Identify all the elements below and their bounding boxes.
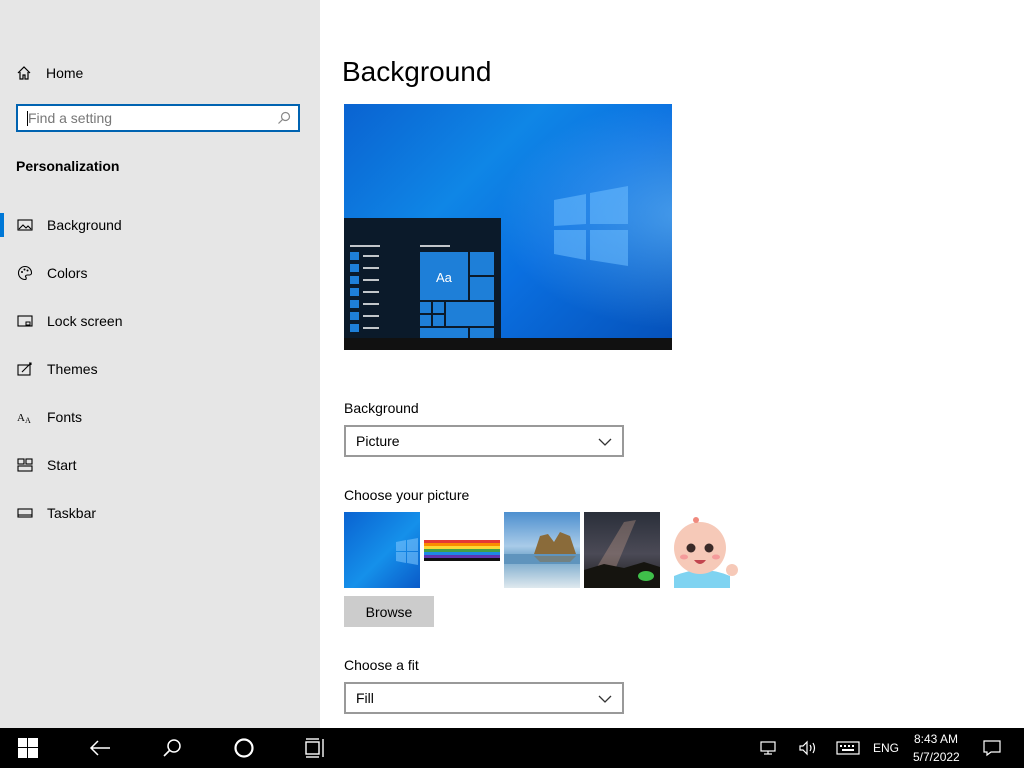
svg-text:A: A	[17, 412, 25, 424]
sidebar-item-label: Background	[47, 217, 122, 233]
taskbar-icon	[17, 505, 33, 521]
personalization-nav: Background Colors Lock screen Themes AA …	[0, 201, 320, 537]
chevron-down-icon	[598, 435, 612, 451]
sidebar-item-fonts[interactable]: AA Fonts	[0, 393, 320, 441]
search-icon	[163, 739, 181, 757]
picture-thumbnails	[344, 512, 740, 588]
sidebar-item-label: Themes	[47, 361, 98, 377]
lock-screen-icon	[17, 313, 33, 329]
sidebar-item-background[interactable]: Background	[0, 201, 320, 249]
home-nav-item[interactable]: Home	[16, 62, 83, 84]
background-type-value: Picture	[356, 433, 400, 449]
notification-icon	[983, 740, 1001, 757]
home-label: Home	[46, 65, 84, 81]
desktop-preview: Aa	[344, 104, 672, 350]
beach-rocks-image	[504, 532, 580, 564]
picture-thumb-windows-blue[interactable]	[344, 512, 420, 588]
volume-tray-button[interactable]	[794, 728, 822, 768]
sidebar-item-start[interactable]: Start	[0, 441, 320, 489]
windows-logo-icon	[396, 538, 418, 565]
windows-logo-icon	[554, 186, 628, 266]
preview-tile-text: Aa	[436, 270, 452, 285]
sidebar-item-colors[interactable]: Colors	[0, 249, 320, 297]
task-view-button[interactable]	[294, 728, 338, 768]
windows-start-icon	[18, 738, 38, 758]
page-title: Background	[342, 56, 492, 87]
main-content: Background Aa Background Picture Choose …	[320, 0, 1024, 728]
fonts-icon: AA	[17, 409, 33, 425]
volume-icon	[799, 740, 816, 756]
background-label: Background	[344, 400, 419, 416]
section-title: Personalization	[16, 158, 120, 174]
sidebar-item-label: Taskbar	[47, 505, 97, 521]
cortana-button[interactable]	[222, 728, 266, 768]
sidebar-item-label: Colors	[47, 265, 88, 281]
taskbar-search-button[interactable]	[150, 728, 194, 768]
clock-date[interactable]: 5/7/2022	[913, 750, 960, 764]
background-type-dropdown[interactable]: Picture	[344, 425, 624, 457]
picture-icon	[17, 217, 33, 233]
action-center-button[interactable]	[978, 728, 1006, 768]
cortana-circle-icon	[234, 738, 254, 758]
preview-taskbar	[344, 338, 672, 350]
start-button[interactable]	[0, 728, 56, 768]
input-language-indicator[interactable]: ENG	[873, 741, 899, 755]
rainbow-stripes-image	[424, 540, 500, 561]
fit-dropdown[interactable]: Fill	[344, 682, 624, 714]
picture-thumb-beach-rocks[interactable]	[504, 512, 580, 588]
clock-time[interactable]: 8:43 AM	[914, 732, 958, 746]
settings-sidebar: Home Personalization Background Colors L…	[0, 0, 320, 728]
sidebar-item-taskbar[interactable]: Taskbar	[0, 489, 320, 537]
chevron-down-icon	[598, 692, 612, 708]
cartoon-baby-image	[674, 517, 738, 588]
search-box[interactable]	[16, 104, 300, 132]
start-menu-preview: Aa	[344, 218, 501, 338]
sidebar-item-label: Start	[47, 457, 77, 473]
sidebar-item-label: Lock screen	[47, 313, 123, 329]
search-input[interactable]	[18, 106, 268, 130]
themes-icon	[17, 361, 33, 377]
choose-picture-label: Choose your picture	[344, 487, 470, 503]
back-button[interactable]	[78, 728, 122, 768]
network-icon	[760, 741, 776, 755]
touch-keyboard-button[interactable]	[834, 728, 862, 768]
browse-button[interactable]: Browse	[344, 596, 434, 627]
sidebar-item-label: Fonts	[47, 409, 83, 425]
picture-thumb-rainbow-stripes[interactable]	[424, 512, 500, 588]
search-icon[interactable]	[276, 110, 292, 131]
sidebar-item-lock-screen[interactable]: Lock screen	[0, 297, 320, 345]
windows-taskbar: ENG 8:43 AM 5/7/2022	[0, 728, 1024, 768]
sidebar-item-themes[interactable]: Themes	[0, 345, 320, 393]
palette-icon	[17, 265, 33, 281]
back-arrow-icon	[89, 740, 110, 756]
keyboard-icon	[836, 741, 860, 755]
picture-thumb-night-sky[interactable]	[584, 512, 660, 588]
choose-fit-label: Choose a fit	[344, 657, 419, 673]
svg-text:A: A	[25, 416, 31, 425]
task-view-icon	[305, 738, 324, 758]
text-caret	[27, 111, 28, 126]
picture-thumb-cartoon-baby[interactable]	[664, 512, 740, 588]
home-icon	[16, 65, 32, 81]
start-menu-tiles	[350, 245, 494, 338]
start-icon	[17, 457, 33, 473]
night-sky-image	[584, 520, 660, 588]
network-tray-button[interactable]	[756, 728, 782, 768]
fit-value: Fill	[356, 690, 374, 706]
